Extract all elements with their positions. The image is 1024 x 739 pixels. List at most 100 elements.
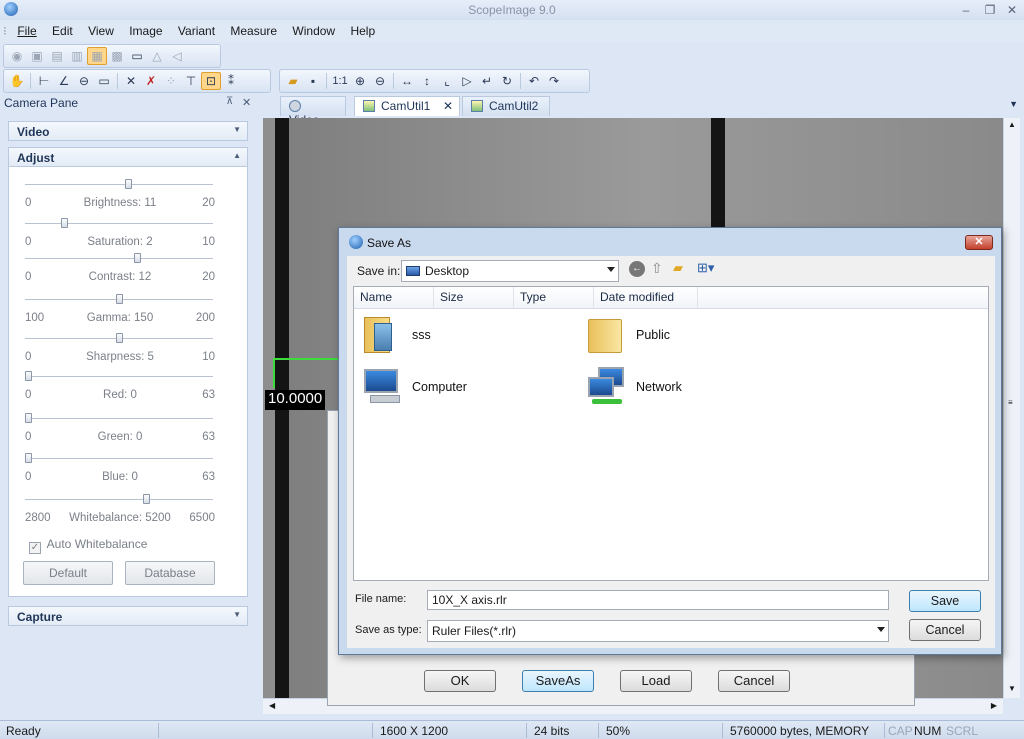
refresh-icon[interactable]: ↻ [497, 72, 517, 90]
file-name-input[interactable]: 10X_X axis.rlr [427, 590, 889, 610]
menu-window[interactable]: Window [286, 20, 341, 42]
slider-thumb[interactable] [116, 333, 123, 343]
crop-icon[interactable]: ⌞ [437, 72, 457, 90]
file-item[interactable]: sss [360, 313, 431, 357]
load-button[interactable]: Load [620, 670, 692, 692]
column-type[interactable]: Type [514, 287, 594, 309]
flip-icon[interactable]: △ [147, 47, 167, 65]
dialog-close-button[interactable]: ✕ [965, 235, 993, 250]
menu-help[interactable]: Help [344, 20, 381, 42]
video-section[interactable]: Video ▼ [8, 121, 248, 141]
default-button[interactable]: Default [23, 561, 113, 585]
zoom-in-icon[interactable]: ⊕ [350, 72, 370, 90]
camera-icon[interactable]: ▣ [27, 47, 47, 65]
minimize-button[interactable]: – [956, 2, 976, 18]
vertical-scrollbar[interactable]: ▲ ≡ ▼ [1003, 118, 1020, 698]
scroll-up-icon[interactable]: ▲ [1008, 120, 1016, 129]
rect-tool-icon[interactable]: ▭ [94, 72, 114, 90]
menu-file[interactable]: File [11, 20, 42, 42]
scroll-left-icon[interactable]: ◀ [269, 701, 275, 710]
fit-height-icon[interactable]: ↕ [417, 72, 437, 90]
scroll-right-icon[interactable]: ▶ [991, 701, 997, 710]
back-icon[interactable]: ← [629, 261, 645, 277]
measure-box[interactable] [273, 358, 343, 388]
ruler-settings-icon[interactable]: ⊡ [201, 72, 221, 90]
column-size[interactable]: Size [434, 287, 514, 309]
slider-thumb[interactable] [25, 413, 32, 423]
back-cancel-button[interactable]: Cancel [718, 670, 790, 692]
hand-icon[interactable]: ✋ [7, 72, 27, 90]
group-icon[interactable]: ⁘ [161, 72, 181, 90]
tabs-dropdown-icon[interactable]: ▼ [1009, 99, 1018, 109]
cancel-button[interactable]: Cancel [909, 619, 981, 641]
tab-camutil2[interactable]: CamUtil2 [462, 96, 550, 116]
file-list[interactable]: Name Size Type Date modified sss Public [353, 286, 989, 581]
numbering-icon[interactable]: ⁑ [221, 72, 241, 90]
ruler-icon[interactable]: ⊤ [181, 72, 201, 90]
save-button[interactable]: Save [909, 590, 981, 612]
save-icon[interactable]: ▪ [303, 72, 323, 90]
multi-camera-icon[interactable]: ▤ [47, 47, 67, 65]
file-item[interactable]: Public [584, 313, 670, 357]
slider-thumb[interactable] [61, 218, 68, 228]
fit-width-icon[interactable]: ↔ [397, 72, 417, 90]
up-folder-icon[interactable]: ⇧ [651, 260, 663, 277]
rotate-icon[interactable]: ↵ [477, 72, 497, 90]
adjust-section[interactable]: Adjust ▲ [8, 147, 248, 167]
file-item[interactable]: Network [584, 365, 682, 409]
scroll-thumb[interactable]: ≡ [1008, 398, 1013, 407]
slider-thumb[interactable] [25, 371, 32, 381]
mirror-icon[interactable]: ◁ [167, 47, 187, 65]
slider-thumb[interactable] [125, 179, 132, 189]
zoom-out-icon[interactable]: ⊖ [370, 72, 390, 90]
slider-thumb[interactable] [25, 453, 32, 463]
menu-edit[interactable]: Edit [46, 20, 79, 42]
maximize-button[interactable]: ❐ [980, 2, 1000, 18]
scroll-down-icon[interactable]: ▼ [1008, 684, 1016, 693]
slider-track[interactable] [25, 418, 213, 420]
tab-video[interactable]: Video [280, 96, 346, 127]
flip-horizontal-icon[interactable]: ▷ [457, 72, 477, 90]
slider-thumb[interactable] [116, 294, 123, 304]
file-item[interactable]: Computer [360, 365, 467, 409]
slider-track[interactable] [25, 184, 213, 186]
save-as-type-select[interactable]: Ruler Files(*.rlr) [427, 620, 889, 642]
slider-track[interactable] [25, 499, 213, 501]
save-in-select[interactable]: Desktop [401, 260, 619, 282]
tab-close-icon[interactable]: ✕ [443, 99, 453, 113]
line-tool-icon[interactable]: ⊢ [34, 72, 54, 90]
open-folder-icon[interactable]: ▰ [283, 72, 303, 90]
tile-icon[interactable]: ▩ [107, 47, 127, 65]
menu-image[interactable]: Image [123, 20, 168, 42]
grid-icon[interactable]: ▦ [87, 47, 107, 65]
column-name[interactable]: Name [354, 287, 434, 309]
slider-thumb[interactable] [143, 494, 150, 504]
database-button[interactable]: Database [125, 561, 215, 585]
slider-track[interactable] [25, 258, 213, 260]
tab-camutil1[interactable]: CamUtil1 ✕ [354, 96, 460, 116]
play-icon[interactable]: ◉ [7, 47, 27, 65]
menu-measure[interactable]: Measure [224, 20, 283, 42]
actual-size-icon[interactable]: 1:1 [330, 72, 350, 90]
angle-tool-icon[interactable]: ∠ [54, 72, 74, 90]
saveas-button[interactable]: SaveAs [522, 670, 594, 692]
capture-section[interactable]: Capture ▼ [8, 606, 248, 626]
ok-button[interactable]: OK [424, 670, 496, 692]
auto-whitebalance[interactable]: ✓ Auto Whitebalance [29, 537, 147, 554]
pin-icon[interactable]: ⊼ [226, 96, 233, 107]
snapshot-icon[interactable]: ▥ [67, 47, 87, 65]
slider-thumb[interactable] [134, 253, 141, 263]
pane-close-icon[interactable]: ✕ [242, 96, 251, 109]
undo-icon[interactable]: ↶ [524, 72, 544, 90]
auto-whitebalance-checkbox[interactable]: ✓ [29, 542, 41, 554]
redo-icon[interactable]: ↷ [544, 72, 564, 90]
circle-tool-icon[interactable]: ⊖ [74, 72, 94, 90]
monitor-icon[interactable]: ▭ [127, 47, 147, 65]
slider-track[interactable] [25, 458, 213, 460]
new-folder-icon[interactable]: ▰ [673, 260, 683, 276]
view-menu-icon[interactable]: ⊞▾ [697, 260, 714, 276]
column-date-modified[interactable]: Date modified [594, 287, 698, 309]
delete-icon[interactable]: ✕ [121, 72, 141, 90]
slider-track[interactable] [25, 223, 213, 225]
delete-all-icon[interactable]: ✗ [141, 72, 161, 90]
